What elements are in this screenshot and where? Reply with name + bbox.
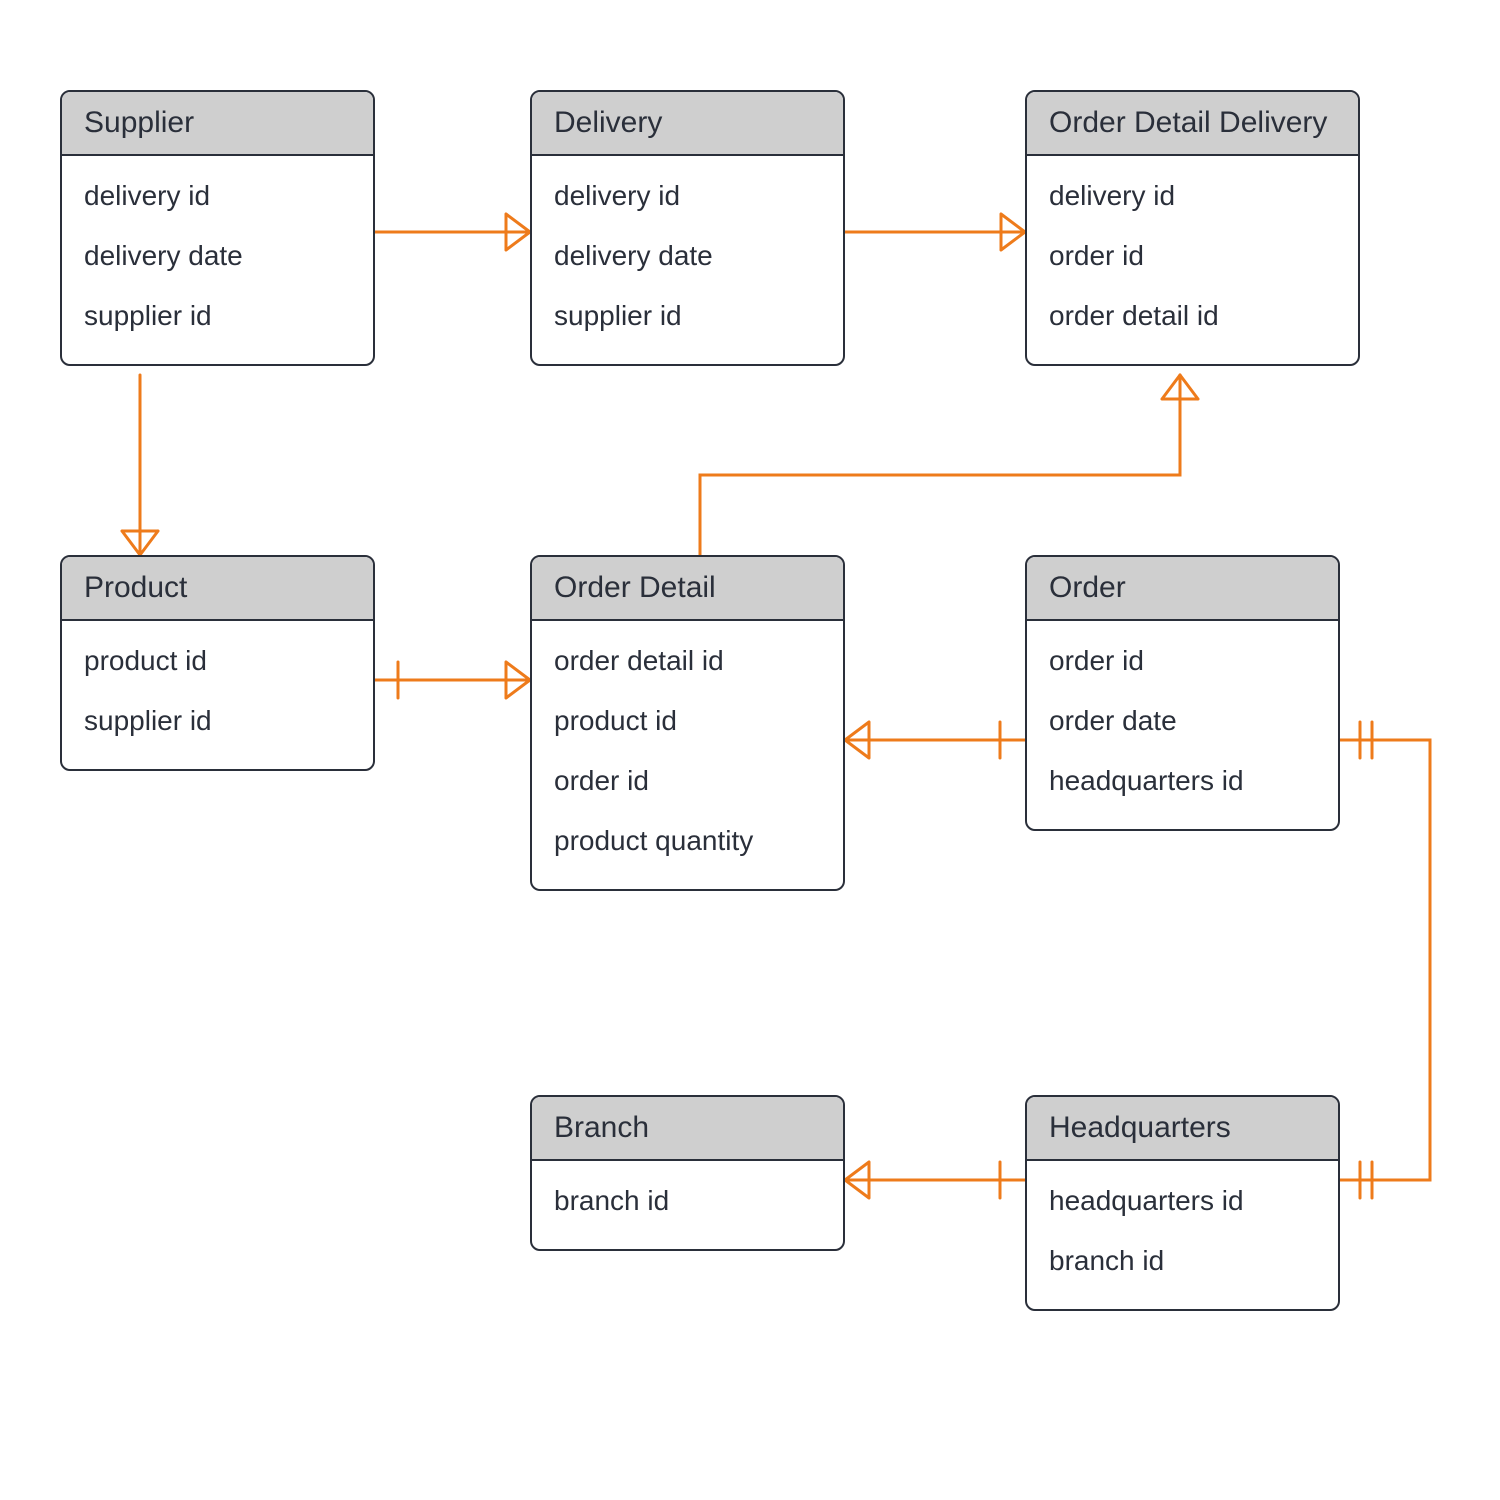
entity-order[interactable]: Order order id order date headquarters i… — [1025, 555, 1340, 831]
entity-branch[interactable]: Branch branch id — [530, 1095, 845, 1251]
entity-product[interactable]: Product product id supplier id — [60, 555, 375, 771]
entity-attr: delivery id — [1049, 166, 1336, 226]
entity-order-detail[interactable]: Order Detail order detail id product id … — [530, 555, 845, 891]
er-diagram-canvas: Supplier delivery id delivery date suppl… — [0, 0, 1500, 1500]
entity-title: Supplier — [62, 92, 373, 156]
entity-order-detail-delivery[interactable]: Order Detail Delivery delivery id order … — [1025, 90, 1360, 366]
entity-attr: delivery date — [84, 226, 351, 286]
entity-attr: headquarters id — [1049, 1171, 1316, 1231]
entity-supplier[interactable]: Supplier delivery id delivery date suppl… — [60, 90, 375, 366]
entity-attr: branch id — [1049, 1231, 1316, 1291]
entity-attr: supplier id — [554, 286, 821, 346]
entity-title: Order — [1027, 557, 1338, 621]
entity-title: Order Detail — [532, 557, 843, 621]
crowsfoot-delivery-left — [506, 214, 530, 250]
crowsfoot-orderdetail-right — [845, 722, 869, 758]
rel-order-hq — [1340, 740, 1430, 1180]
crowsfoot-odd-bottom — [1162, 375, 1198, 399]
crowsfoot-odd-left — [1001, 214, 1025, 250]
entity-attrs: delivery id order id order detail id — [1027, 156, 1358, 364]
entity-attr: order id — [1049, 631, 1316, 691]
entity-attrs: delivery id delivery date supplier id — [62, 156, 373, 364]
crowsfoot-branch-right — [845, 1162, 869, 1198]
entity-headquarters[interactable]: Headquarters headquarters id branch id — [1025, 1095, 1340, 1311]
crowsfoot-product-top — [122, 531, 158, 555]
entity-title: Order Detail Delivery — [1027, 92, 1358, 156]
entity-attr: order id — [1049, 226, 1336, 286]
entity-attr: headquarters id — [1049, 751, 1316, 811]
crowsfoot-orderdetail-left — [506, 662, 530, 698]
entity-attr: supplier id — [84, 286, 351, 346]
entity-attr: branch id — [554, 1171, 821, 1231]
entity-attrs: order id order date headquarters id — [1027, 621, 1338, 829]
entity-attrs: headquarters id branch id — [1027, 1161, 1338, 1309]
entity-title: Product — [62, 557, 373, 621]
entity-delivery[interactable]: Delivery delivery id delivery date suppl… — [530, 90, 845, 366]
entity-title: Headquarters — [1027, 1097, 1338, 1161]
entity-attrs: branch id — [532, 1161, 843, 1249]
entity-attrs: delivery id delivery date supplier id — [532, 156, 843, 364]
entity-attr: product quantity — [554, 811, 821, 871]
entity-attr: product id — [84, 631, 351, 691]
entity-title: Delivery — [532, 92, 843, 156]
entity-attr: delivery date — [554, 226, 821, 286]
entity-attr: supplier id — [84, 691, 351, 751]
entity-attr: order date — [1049, 691, 1316, 751]
entity-attr: delivery id — [554, 166, 821, 226]
rel-orderdetail-odd — [700, 375, 1180, 555]
entity-attr: product id — [554, 691, 821, 751]
entity-attr: delivery id — [84, 166, 351, 226]
entity-attr: order detail id — [554, 631, 821, 691]
entity-attrs: order detail id product id order id prod… — [532, 621, 843, 889]
entity-attr: order id — [554, 751, 821, 811]
entity-attrs: product id supplier id — [62, 621, 373, 769]
entity-attr: order detail id — [1049, 286, 1336, 346]
entity-title: Branch — [532, 1097, 843, 1161]
